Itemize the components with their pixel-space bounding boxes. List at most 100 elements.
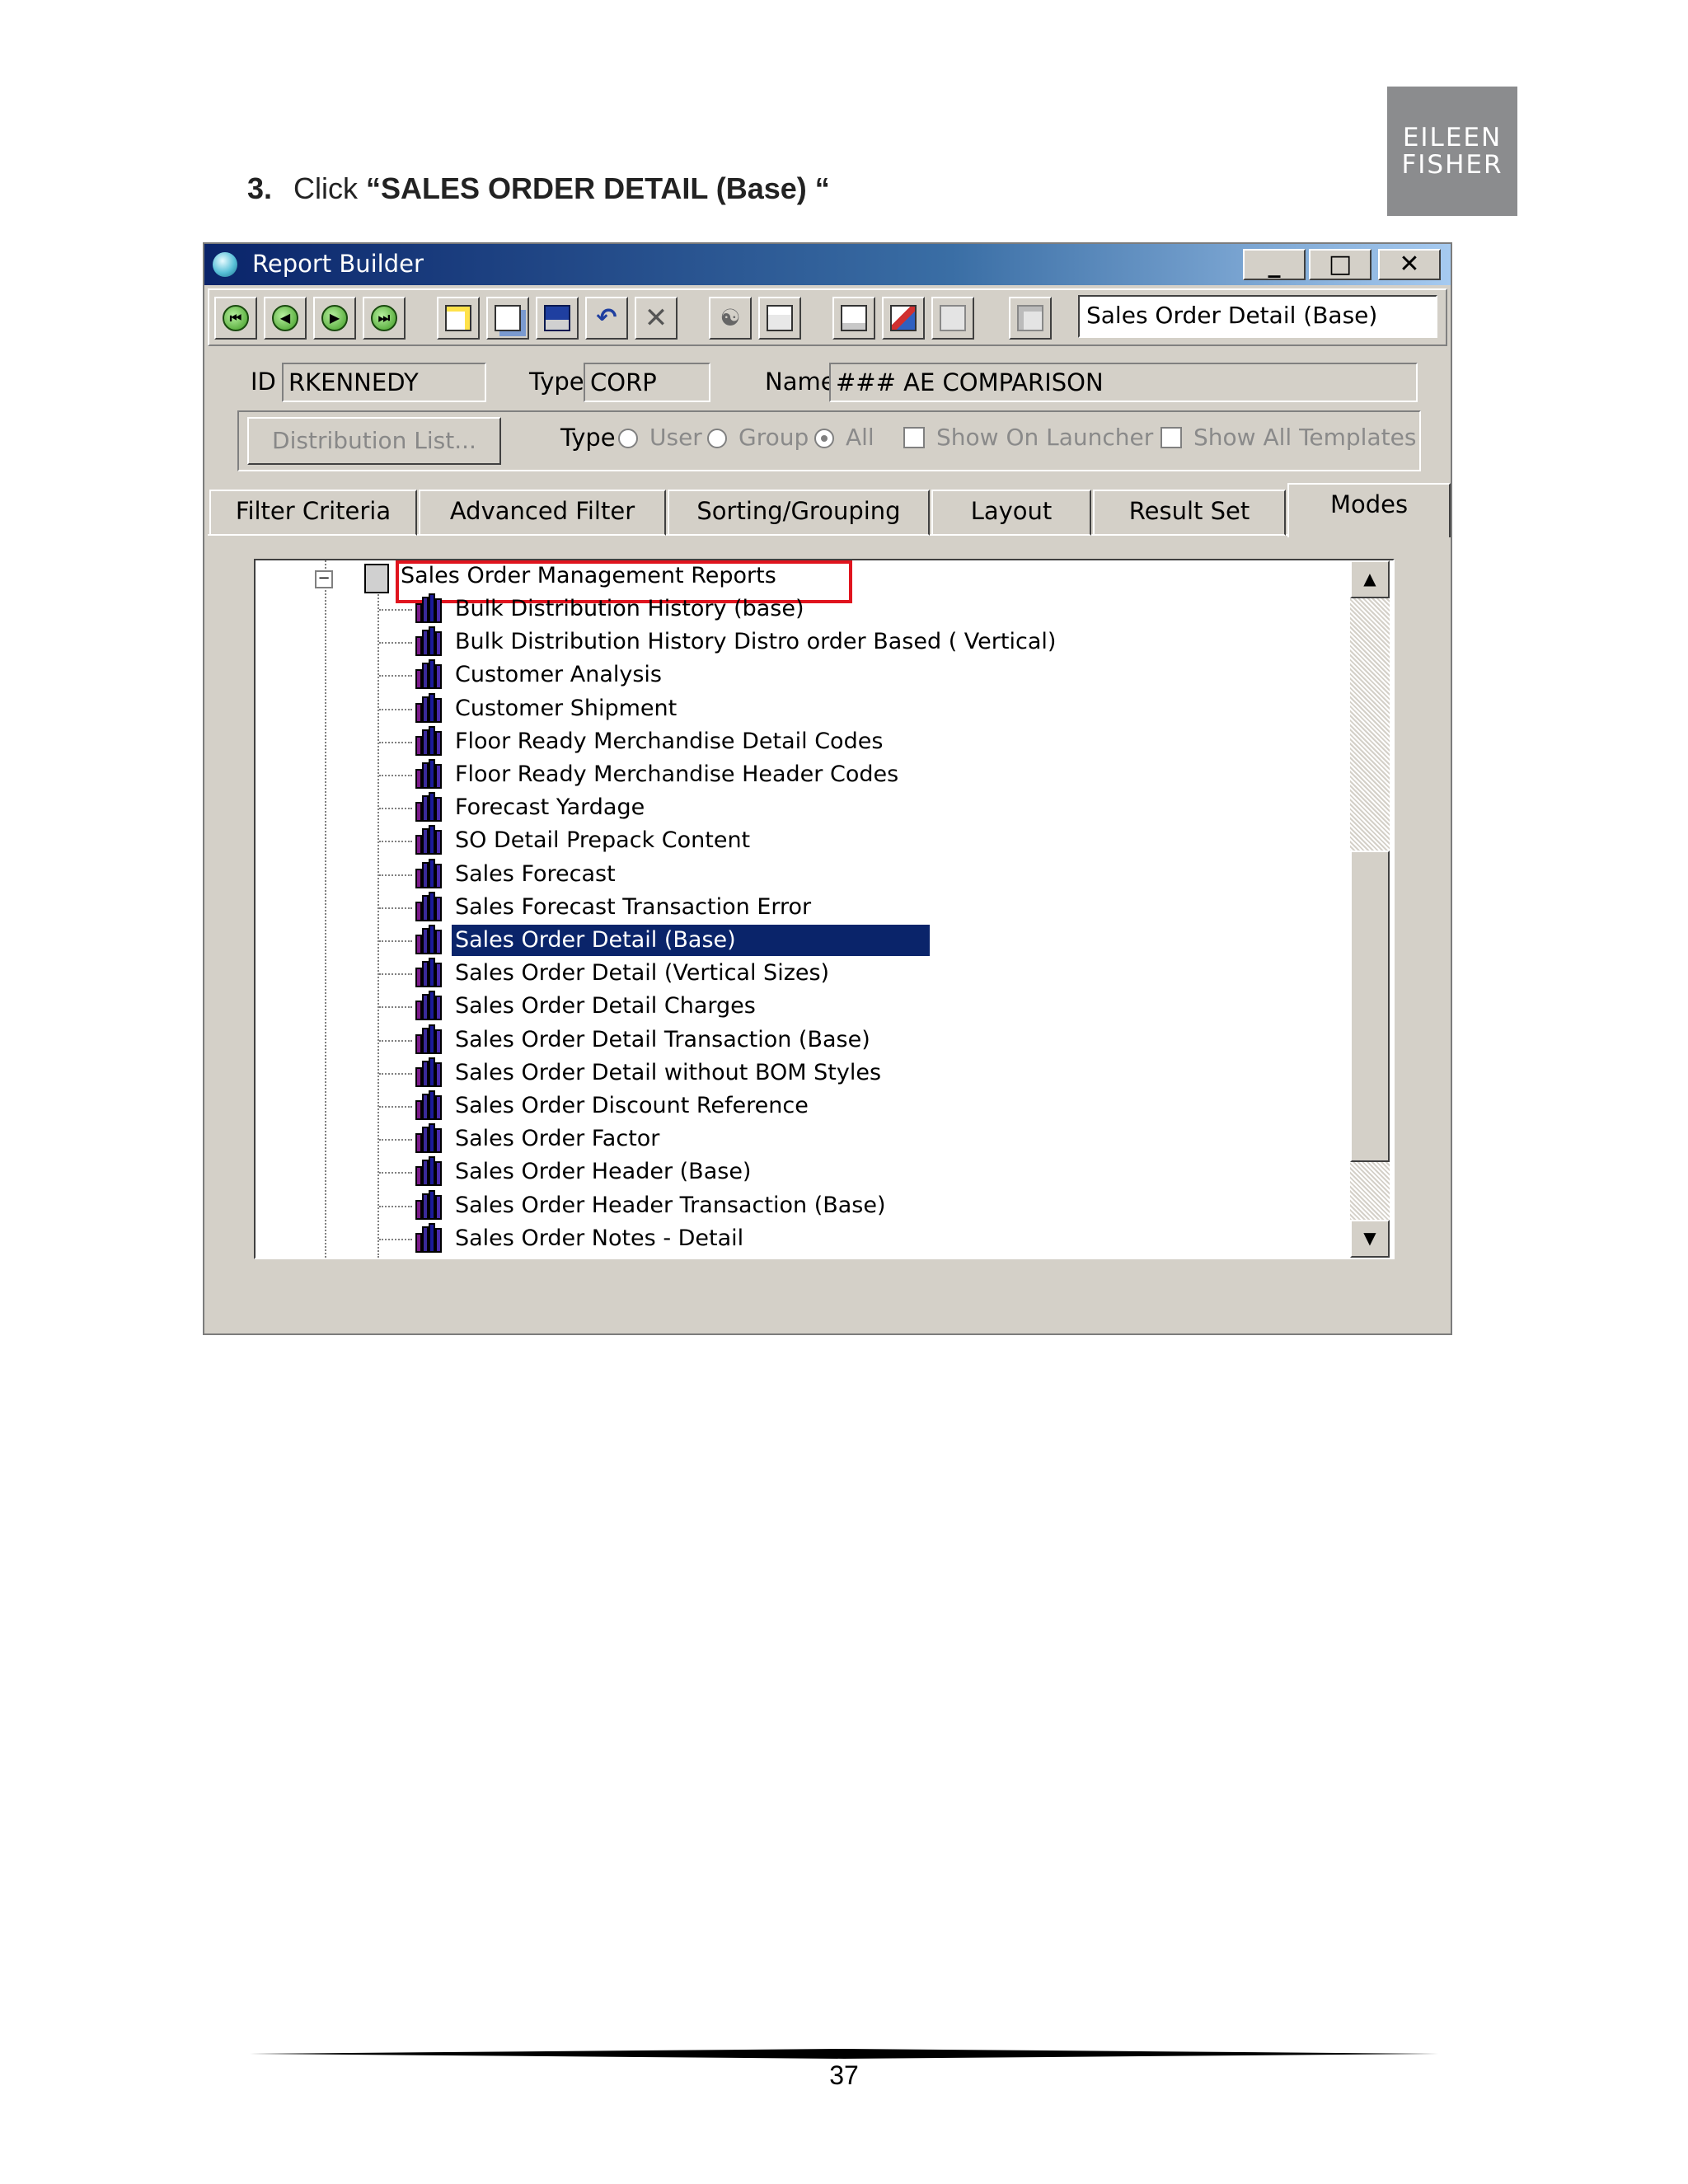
logo-line-1: EILEEN <box>1402 122 1503 152</box>
report-chart-icon <box>412 593 447 625</box>
report-chart-icon <box>412 693 447 724</box>
logo-line-2: FISHER <box>1401 149 1503 180</box>
tree-connector <box>379 1040 412 1042</box>
tree-connector <box>379 907 412 909</box>
tree-item[interactable]: Bulk Distribution History Distro order B… <box>452 626 1056 658</box>
tree-connector <box>379 609 412 611</box>
id-label: ID <box>251 368 276 396</box>
radio-all[interactable] <box>814 429 834 448</box>
report-chart-icon <box>412 1090 447 1122</box>
copy-icon <box>495 305 521 331</box>
report-group-icon <box>364 564 389 593</box>
tree-connector <box>379 642 412 644</box>
radio-group[interactable] <box>707 429 727 448</box>
title-bar[interactable]: Report Builder _ □ ✕ <box>204 244 1451 285</box>
maximize-button[interactable]: □ <box>1309 249 1372 280</box>
minimize-button[interactable]: _ <box>1243 249 1306 280</box>
type-field[interactable]: CORP <box>584 363 710 402</box>
show-on-launcher-checkbox[interactable] <box>903 427 925 448</box>
report-chart-icon <box>412 958 447 989</box>
next-record-button[interactable]: ▶ <box>313 297 356 340</box>
preview-button[interactable] <box>882 297 925 340</box>
tree-item[interactable]: Forecast Yardage <box>452 792 645 823</box>
copy-button[interactable] <box>486 297 529 340</box>
export-button[interactable] <box>931 297 974 340</box>
print-button[interactable] <box>758 297 801 340</box>
report-chart-icon <box>412 892 447 923</box>
collapse-toggle-icon[interactable]: − <box>315 570 333 588</box>
tree-item[interactable]: Bulk Distribution History (base) <box>452 593 804 625</box>
id-field[interactable]: RKENNEDY <box>282 363 486 402</box>
report-name-combo[interactable]: Sales Order Detail (Base) <box>1078 295 1437 338</box>
scroll-thumb[interactable] <box>1350 851 1390 1162</box>
close-button[interactable]: ✕ <box>1378 249 1441 280</box>
delete-button[interactable]: ✕ <box>635 297 678 340</box>
tree-item[interactable]: Sales Forecast <box>452 859 616 890</box>
undo-button[interactable]: ↶ <box>585 297 628 340</box>
report-tree[interactable]: − Sales Order Management Reports Bulk Di… <box>254 559 1395 1259</box>
tab-advanced-filter[interactable]: Advanced Filter <box>419 490 666 536</box>
report-chart-icon <box>412 925 447 956</box>
tree-item[interactable]: Sales Order Notes - Detail <box>452 1223 743 1254</box>
tree-connector <box>379 973 412 975</box>
properties-icon <box>841 305 867 331</box>
new-icon <box>445 305 471 331</box>
layout-button[interactable] <box>1009 297 1052 340</box>
name-field[interactable]: ### AE COMPARISON <box>829 363 1418 402</box>
scroll-down-icon[interactable]: ▼ <box>1350 1220 1390 1258</box>
distribution-list-button[interactable]: Distribution List... <box>247 417 501 465</box>
report-chart-icon <box>412 759 447 790</box>
company-logo: EILEEN FISHER <box>1387 87 1517 216</box>
preview-icon <box>890 305 917 331</box>
report-chart-icon <box>412 1223 447 1254</box>
first-record-button[interactable]: ⏮ <box>214 297 257 340</box>
tab-result-set[interactable]: Result Set <box>1093 490 1286 536</box>
report-chart-icon <box>412 792 447 823</box>
tree-connector <box>379 709 412 710</box>
save-button[interactable] <box>536 297 579 340</box>
tree-connector <box>379 742 412 743</box>
tree-item[interactable]: Sales Order Factor <box>452 1123 659 1155</box>
tree-item[interactable]: Sales Order Detail Charges <box>452 991 756 1022</box>
previous-record-button[interactable]: ◀ <box>264 297 307 340</box>
tab-modes[interactable]: Modes <box>1287 483 1451 537</box>
tree-item[interactable]: Floor Ready Merchandise Detail Codes <box>452 726 883 757</box>
report-builder-window: Report Builder _ □ ✕ ⏮ ◀ ▶ ⏭ ↶ ✕ ☯ Sales… <box>203 242 1452 1335</box>
tree-item[interactable]: SO Detail Prepack Content <box>452 825 750 856</box>
step-instruction: 3. Click “SALES ORDER DETAIL (Base) “ <box>247 171 830 206</box>
tree-item[interactable]: Customer Shipment <box>452 693 677 724</box>
tree-item[interactable]: Sales Order Detail without BOM Styles <box>452 1057 881 1089</box>
vertical-scrollbar[interactable]: ▲ ▼ <box>1350 560 1390 1258</box>
save-icon <box>544 305 570 331</box>
report-chart-icon <box>412 1024 447 1056</box>
last-record-icon: ⏭ <box>371 305 397 331</box>
tree-item[interactable]: Sales Order Header (Base) <box>452 1156 751 1188</box>
scroll-up-icon[interactable]: ▲ <box>1350 560 1390 598</box>
tab-filter-criteria[interactable]: Filter Criteria <box>209 490 417 536</box>
new-button[interactable] <box>437 297 480 340</box>
previous-record-icon: ◀ <box>272 305 298 331</box>
tree-item[interactable]: Sales Forecast Transaction Error <box>452 892 811 923</box>
properties-button[interactable] <box>832 297 875 340</box>
tree-item-selected[interactable]: Sales Order Detail (Base) <box>450 923 931 958</box>
tree-item[interactable]: Floor Ready Merchandise Header Codes <box>452 759 898 790</box>
app-icon[interactable] <box>213 252 237 277</box>
tree-connector <box>379 808 412 809</box>
tree-item[interactable]: Sales Order Discount Reference <box>452 1090 809 1122</box>
show-all-templates-checkbox[interactable] <box>1160 427 1182 448</box>
tree-item[interactable]: Sales Order Header Transaction (Base) <box>452 1190 886 1221</box>
tab-layout[interactable]: Layout <box>931 490 1091 536</box>
find-button[interactable]: ☯ <box>709 297 752 340</box>
tree-item[interactable]: Customer Analysis <box>452 659 662 691</box>
last-record-button[interactable]: ⏭ <box>363 297 406 340</box>
tree-item[interactable]: Sales Order Detail Transaction (Base) <box>452 1024 870 1056</box>
tree-connector <box>379 675 412 677</box>
undo-icon: ↶ <box>596 303 617 332</box>
type-radio-label: Type <box>560 424 616 452</box>
show-all-templates-label: Show All Templates <box>1193 424 1417 451</box>
tab-sorting-grouping[interactable]: Sorting/Grouping <box>668 490 930 536</box>
radio-user-label: User <box>649 424 702 451</box>
tree-item[interactable]: Sales Order Detail (Vertical Sizes) <box>452 958 829 989</box>
radio-user[interactable] <box>618 429 638 448</box>
report-chart-icon <box>412 1057 447 1089</box>
